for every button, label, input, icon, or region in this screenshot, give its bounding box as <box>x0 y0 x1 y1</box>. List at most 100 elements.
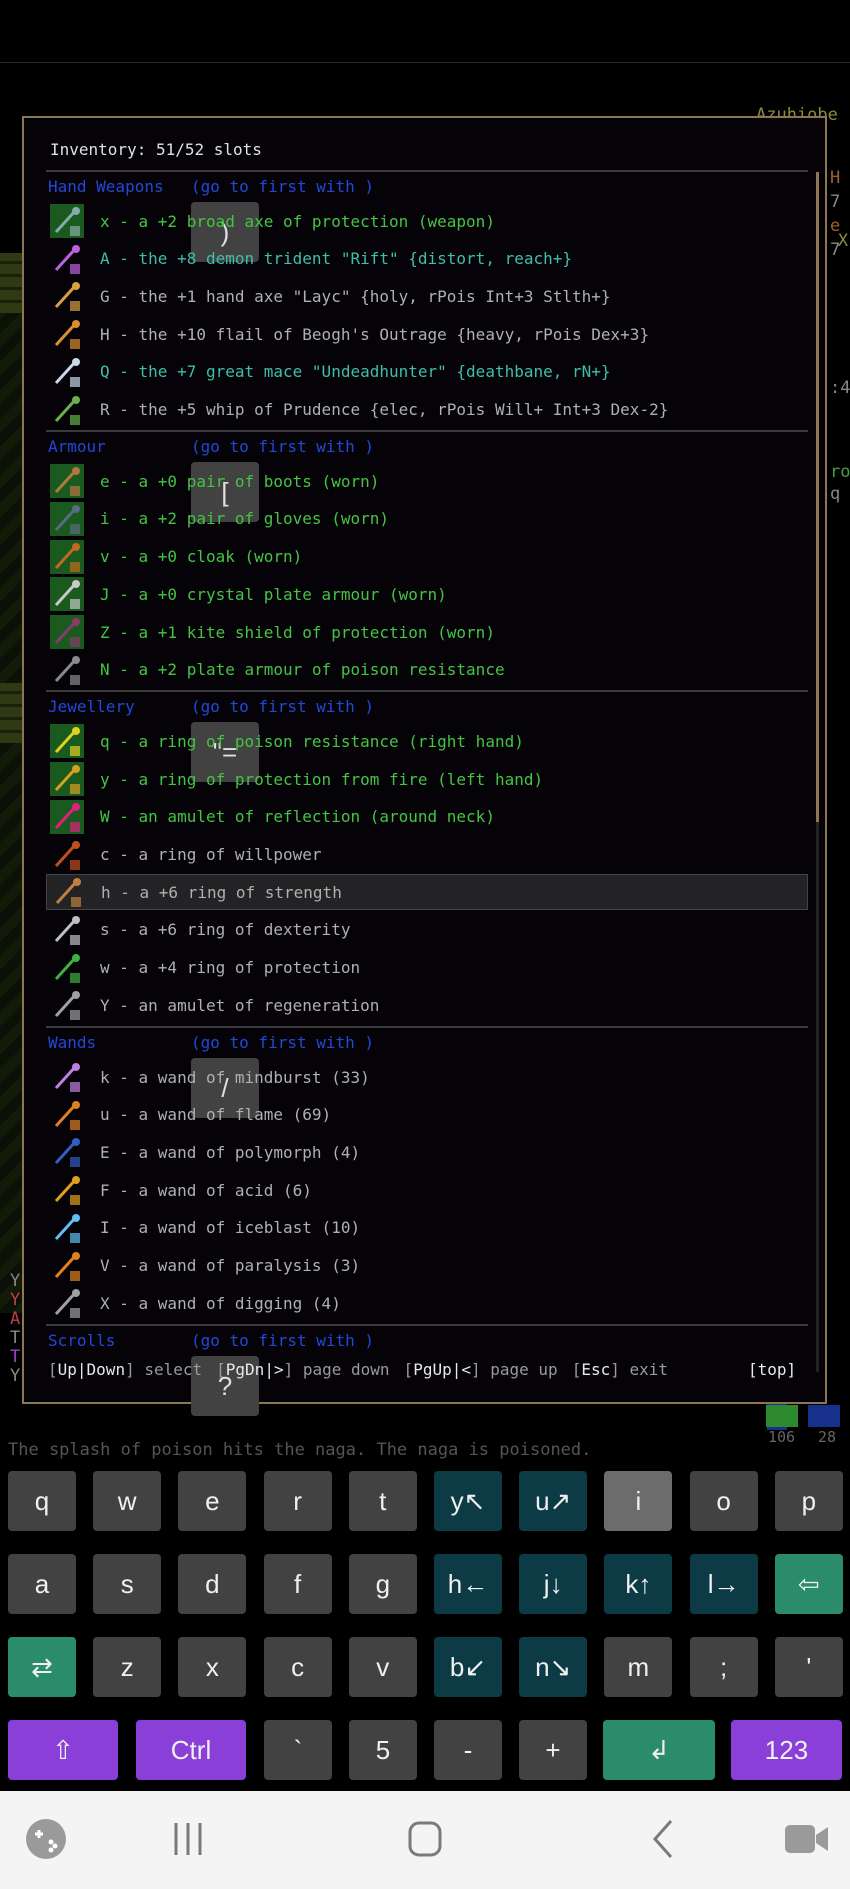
key-hint[interactable]: [Esc] exit <box>572 1360 668 1379</box>
category-header-armour[interactable]: Armour (go to first with [) <box>48 432 374 523</box>
scrollbar-thumb[interactable] <box>816 172 819 822</box>
shift-key[interactable]: ⇧ <box>8 1720 118 1780</box>
wand-acid-icon <box>50 1173 84 1207</box>
inventory-item[interactable]: e - a +0 pair of boots (worn) <box>46 463 808 499</box>
inventory-item[interactable]: V - a wand of paralysis (3) <box>46 1248 808 1284</box>
key-h←[interactable]: h← <box>434 1554 502 1614</box>
inventory-item[interactable]: J - a +0 crystal plate armour (worn) <box>46 576 808 612</box>
tab-key[interactable]: ⇄ <box>8 1637 76 1697</box>
key-e[interactable]: e <box>178 1471 247 1531</box>
wand-mindburst-icon <box>50 1060 84 1094</box>
key-q[interactable]: q <box>8 1471 76 1531</box>
inventory-item[interactable]: q - a ring of poison resistance (right h… <box>46 723 808 759</box>
inventory-item[interactable]: G - the +1 hand axe "Layc" {holy, rPois … <box>46 278 808 314</box>
back-icon[interactable] <box>648 1817 678 1861</box>
inventory-item[interactable]: X - a wand of digging (4) <box>46 1285 808 1321</box>
key-+[interactable]: + <box>519 1720 587 1780</box>
hint-label: page up <box>490 1360 558 1379</box>
scrollbar[interactable] <box>816 172 819 1372</box>
enter-key[interactable]: ↲ <box>603 1720 715 1780</box>
key-v[interactable]: v <box>348 1637 417 1697</box>
key-hint[interactable]: [PgUp|<] page up <box>404 1360 558 1379</box>
inventory-item[interactable]: Y - an amulet of regeneration <box>46 987 808 1023</box>
key-5[interactable]: 5 <box>349 1720 417 1780</box>
item-label: y - a ring of protection from fire (left… <box>100 769 544 789</box>
category-header-jewellery[interactable]: Jewellery (go to first with "=) <box>48 692 374 783</box>
key-p[interactable]: p <box>774 1471 843 1531</box>
inventory-item[interactable]: N - a +2 plate armour of poison resistan… <box>46 652 808 688</box>
key-f[interactable]: f <box>263 1554 332 1614</box>
inventory-item[interactable]: i - a +2 pair of gloves (worn) <box>46 501 808 537</box>
inventory-item[interactable]: I - a wand of iceblast (10) <box>46 1210 808 1246</box>
game-launcher-icon[interactable] <box>24 1817 68 1861</box>
inventory-item[interactable]: s - a +6 ring of dexterity <box>46 912 808 948</box>
goto-first-hint[interactable]: (go to first with [) <box>191 432 374 523</box>
item-label: h - a +6 ring of strength <box>101 882 342 902</box>
key-;[interactable]: ; <box>689 1637 758 1697</box>
category-header-scrolls[interactable]: Scrolls (go to first with ?) <box>48 1326 374 1416</box>
key-i[interactable]: i <box>604 1471 673 1531</box>
inventory-item[interactable]: R - the +5 whip of Prudence {elec, rPois… <box>46 392 808 428</box>
key-c[interactable]: c <box>263 1637 332 1697</box>
key-x[interactable]: x <box>178 1637 247 1697</box>
inventory-item[interactable]: v - a +0 cloak (worn) <box>46 539 808 575</box>
boots-icon <box>50 464 84 499</box>
inventory-item[interactable]: A - the +8 demon trident "Rift" {distort… <box>46 241 808 277</box>
key-n↘[interactable]: n↘ <box>519 1637 588 1697</box>
inventory-item[interactable]: h - a +6 ring of strength <box>46 874 808 911</box>
goto-prefix: (go to first with <box>191 437 365 457</box>
backspace-key[interactable]: ⇦ <box>774 1554 843 1614</box>
inventory-item[interactable]: Q - the +7 great mace "Undeadhunter" {de… <box>46 354 808 390</box>
category-header-hand-weapons[interactable]: Hand Weapons (go to first with )) <box>48 172 374 262</box>
inventory-item[interactable]: Z - a +1 kite shield of protection (worn… <box>46 614 808 650</box>
inventory-item[interactable]: u - a wand of flame (69) <box>46 1097 808 1133</box>
goto-first-hint[interactable]: (go to first with ?) <box>191 1326 374 1416</box>
key-hint[interactable]: [Up|Down] select <box>48 1360 202 1379</box>
goto-first-hint[interactable]: (go to first with )) <box>191 172 374 262</box>
key-s[interactable]: s <box>93 1554 162 1614</box>
item-label: R - the +5 whip of Prudence {elec, rPois… <box>100 400 669 419</box>
key-r[interactable]: r <box>263 1471 332 1531</box>
key-j↓[interactable]: j↓ <box>519 1554 588 1614</box>
inventory-item[interactable]: F - a wand of acid (6) <box>46 1172 808 1208</box>
key-d[interactable]: d <box>178 1554 247 1614</box>
inventory-item[interactable]: w - a +4 ring of protection <box>46 950 808 986</box>
key-'[interactable]: ' <box>774 1637 843 1697</box>
home-icon[interactable] <box>405 1817 445 1861</box>
inventory-item[interactable]: E - a wand of polymorph (4) <box>46 1134 808 1170</box>
inventory-item[interactable]: W - an amulet of reflection (around neck… <box>46 799 808 835</box>
key-`[interactable]: ` <box>264 1720 332 1780</box>
category-name: Hand Weapons <box>48 177 164 196</box>
key-w[interactable]: w <box>93 1471 162 1531</box>
inventory-item[interactable]: x - a +2 broad axe of protection (weapon… <box>46 203 808 239</box>
key--[interactable]: - <box>434 1720 502 1780</box>
numbers-key[interactable]: 123 <box>731 1720 842 1780</box>
key-hint[interactable]: [PgDn|>] page down <box>216 1360 389 1379</box>
key-l→[interactable]: l→ <box>689 1554 758 1614</box>
screen-record-icon[interactable] <box>782 1817 832 1861</box>
key-m[interactable]: m <box>604 1637 673 1697</box>
category-header-wands[interactable]: Wands (go to first with /) <box>48 1028 374 1118</box>
key-t[interactable]: t <box>348 1471 417 1531</box>
inventory-item[interactable]: y - a ring of protection from fire (left… <box>46 761 808 797</box>
key-g[interactable]: g <box>348 1554 417 1614</box>
key-b↙[interactable]: b↙ <box>434 1637 502 1697</box>
key-z[interactable]: z <box>93 1637 162 1697</box>
recent-apps-icon[interactable] <box>170 1817 206 1861</box>
hand-axe-icon <box>50 279 84 313</box>
hint-key: PgDn|> <box>225 1360 284 1379</box>
inventory-item[interactable]: H - the +10 flail of Beogh's Outrage {he… <box>46 316 808 352</box>
inventory-item[interactable]: c - a ring of willpower <box>46 837 808 873</box>
goto-first-hint[interactable]: (go to first with "=) <box>191 692 375 783</box>
key-k↑[interactable]: k↑ <box>604 1554 673 1614</box>
status-bar-area <box>0 0 850 63</box>
goto-first-hint[interactable]: (go to first with /) <box>191 1028 374 1118</box>
inventory-item[interactable]: k - a wand of mindburst (33) <box>46 1059 808 1095</box>
key-y↖[interactable]: y↖ <box>434 1471 502 1531</box>
ctrl-key[interactable]: Ctrl <box>136 1720 246 1780</box>
key-o[interactable]: o <box>689 1471 758 1531</box>
key-a[interactable]: a <box>8 1554 76 1614</box>
goto-suffix: ) <box>364 697 375 717</box>
flail-icon <box>50 317 84 351</box>
key-u↗[interactable]: u↗ <box>519 1471 588 1531</box>
